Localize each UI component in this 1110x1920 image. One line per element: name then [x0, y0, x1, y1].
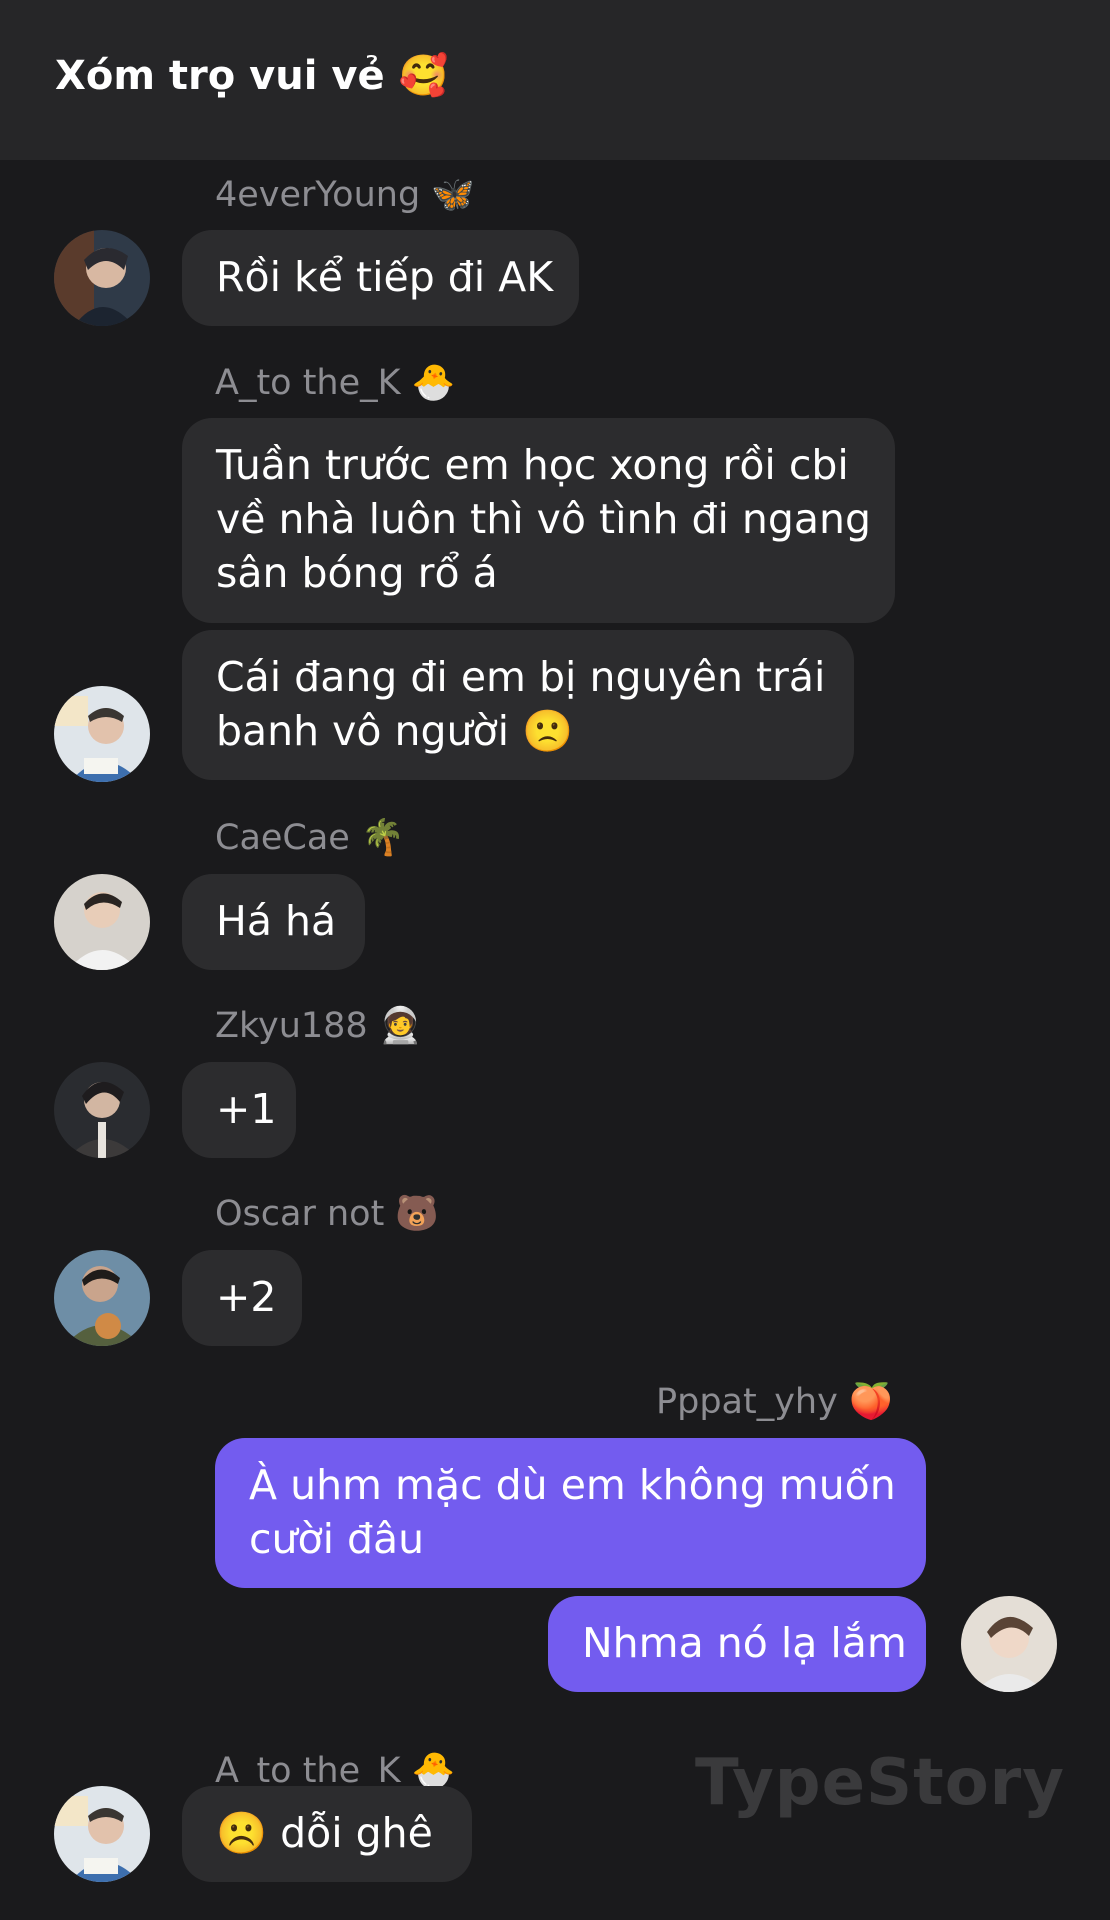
sender-name: A_to the_K 🐣 — [215, 1751, 456, 1791]
message-bubble[interactable]: Cái đang đi em bị nguyên trái banh vô ng… — [182, 630, 854, 780]
avatar-zkyu188[interactable] — [54, 1062, 150, 1158]
sender-name: Oscar not 🐻 — [215, 1194, 440, 1234]
message-line: cười đâu — [249, 1515, 425, 1563]
message-line: banh vô người 🙁 — [216, 707, 574, 755]
avatar-oscar-not[interactable] — [54, 1250, 150, 1346]
sender-name: CaeCae 🌴 — [215, 818, 405, 858]
avatar-4everyoung[interactable] — [54, 230, 150, 326]
my-message-bubble[interactable]: Nhma nó lạ lắm — [548, 1596, 926, 1692]
message-line: Cái đang đi em bị nguyên trái — [216, 653, 826, 701]
watermark-text: TypeStory — [695, 1746, 1065, 1820]
message-bubble[interactable]: Há há — [182, 874, 365, 970]
avatar-pppat-yhy[interactable] — [961, 1596, 1057, 1692]
sender-name: A_to the_K 🐣 — [215, 363, 456, 403]
message-line: về nhà luôn thì vô tình đi ngang — [216, 495, 872, 543]
sender-name: Zkyu188 🧑‍🚀 — [215, 1006, 423, 1046]
avatar-a-to-the-k[interactable] — [54, 1786, 150, 1882]
my-message-bubble[interactable]: À uhm mặc dù em không muốn cười đâu — [215, 1438, 926, 1588]
chat-screen: Xóm trọ vui vẻ 🥰 4everYoung 🦋 Rồi kể tiế… — [0, 0, 1110, 1920]
message-bubble[interactable]: +1 — [182, 1062, 296, 1158]
chat-header: Xóm trọ vui vẻ 🥰 — [0, 0, 1110, 160]
sender-name: 4everYoung 🦋 — [215, 175, 475, 215]
message-bubble[interactable]: +2 — [182, 1250, 302, 1346]
message-line: Tuần trước em học xong rồi cbi — [216, 441, 849, 489]
message-bubble[interactable]: Tuần trước em học xong rồi cbi về nhà lu… — [182, 418, 895, 623]
message-bubble[interactable]: Rồi kể tiếp đi AK — [182, 230, 579, 326]
avatar-caecae[interactable] — [54, 874, 150, 970]
chat-title[interactable]: Xóm trọ vui vẻ 🥰 — [55, 52, 448, 99]
message-bubble[interactable]: ☹️ dỗi ghê — [182, 1786, 472, 1882]
message-line: À uhm mặc dù em không muốn — [249, 1461, 896, 1509]
avatar-a-to-the-k[interactable] — [54, 686, 150, 782]
message-line: sân bóng rổ á — [216, 549, 498, 597]
sender-name: Pppat_yhy 🍑 — [656, 1382, 893, 1422]
